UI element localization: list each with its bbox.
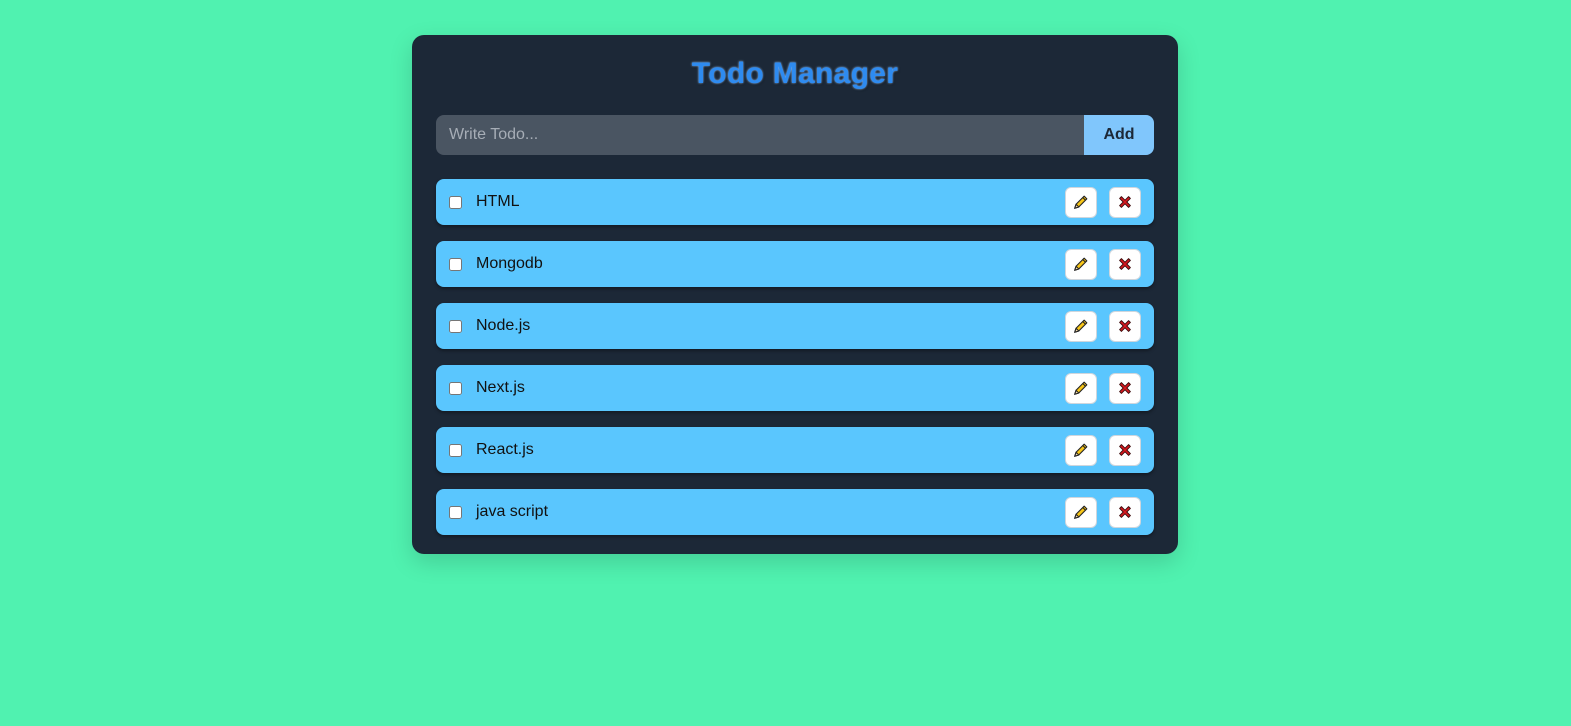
edit-button[interactable] <box>1065 186 1097 218</box>
todo-item: Node.js <box>436 303 1154 349</box>
pencil-icon <box>1072 317 1090 335</box>
edit-button[interactable] <box>1065 372 1097 404</box>
todo-checkbox[interactable] <box>449 257 462 271</box>
pencil-icon <box>1072 255 1090 273</box>
todo-text: Next.js <box>476 379 525 396</box>
cross-icon <box>1116 379 1134 397</box>
cross-icon <box>1116 503 1134 521</box>
todo-checkbox[interactable] <box>449 381 462 395</box>
edit-button[interactable] <box>1065 496 1097 528</box>
delete-button[interactable] <box>1109 248 1141 280</box>
add-todo-form: Add <box>436 115 1154 155</box>
todo-checkbox[interactable] <box>449 319 462 333</box>
todo-item: HTML <box>436 179 1154 225</box>
cross-icon <box>1116 317 1134 335</box>
delete-button[interactable] <box>1109 434 1141 466</box>
todo-list: HTML Mongodb Node.js Next.js React.js ja… <box>436 179 1154 535</box>
delete-button[interactable] <box>1109 372 1141 404</box>
todo-card: Todo Manager Add HTML <box>412 35 1178 554</box>
edit-button[interactable] <box>1065 310 1097 342</box>
delete-button[interactable] <box>1109 186 1141 218</box>
pencil-icon <box>1072 193 1090 211</box>
add-button[interactable]: Add <box>1084 115 1154 155</box>
todo-text: Mongodb <box>476 255 543 272</box>
delete-button[interactable] <box>1109 496 1141 528</box>
page-title: Todo Manager <box>691 57 899 90</box>
todo-item: React.js <box>436 427 1154 473</box>
cross-icon <box>1116 193 1134 211</box>
todo-checkbox[interactable] <box>449 443 462 457</box>
todo-text: Node.js <box>476 317 531 334</box>
todo-input[interactable] <box>436 115 1084 155</box>
edit-button[interactable] <box>1065 434 1097 466</box>
pencil-icon <box>1072 379 1090 397</box>
delete-button[interactable] <box>1109 310 1141 342</box>
todo-checkbox[interactable] <box>449 505 462 519</box>
cross-icon <box>1116 441 1134 459</box>
pencil-icon <box>1072 441 1090 459</box>
todo-text: HTML <box>476 193 520 210</box>
todo-item: Next.js <box>436 365 1154 411</box>
todo-item: java script <box>436 489 1154 535</box>
cross-icon <box>1116 255 1134 273</box>
todo-text: React.js <box>476 441 534 458</box>
todo-item: Mongodb <box>436 241 1154 287</box>
todo-checkbox[interactable] <box>449 195 462 209</box>
pencil-icon <box>1072 503 1090 521</box>
edit-button[interactable] <box>1065 248 1097 280</box>
todo-text: java script <box>476 503 549 520</box>
